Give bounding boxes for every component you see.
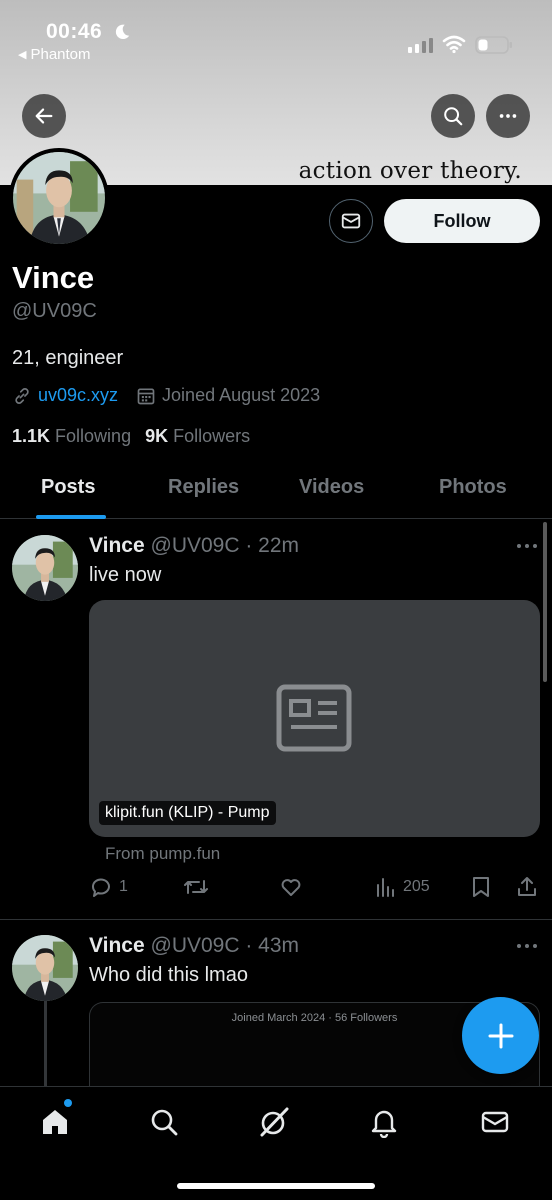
heart-icon: [281, 879, 301, 896]
post-more-icon[interactable]: [516, 542, 538, 550]
nav-home[interactable]: [37, 1104, 73, 1140]
calendar-icon-wrap: [136, 386, 156, 406]
post[interactable]: Vince @UV09C · 43m Who did this lmao Joi…: [0, 920, 552, 1122]
post-author-name[interactable]: Vince: [89, 934, 145, 957]
profile-meta: uv09c.xyz Joined August 2023: [12, 385, 320, 406]
home-indicator[interactable]: [177, 1183, 375, 1189]
share-icon: [518, 877, 536, 896]
post-handle-time: @UV09C · 22m: [150, 534, 300, 557]
more-button[interactable]: [486, 94, 530, 138]
message-button[interactable]: [329, 199, 373, 243]
link-card[interactable]: klipit.fun (KLIP) - Pump: [89, 600, 540, 837]
envelope-icon: [341, 213, 361, 229]
followers-label: Followers: [173, 426, 251, 446]
nav-notifications[interactable]: [366, 1104, 402, 1140]
view-count: 205: [403, 878, 430, 895]
status-bar: 00:46 ◀ Phantom: [0, 0, 552, 70]
post-author-name[interactable]: Vince: [89, 534, 145, 557]
bookmark-icon: [473, 877, 489, 897]
search-icon: [444, 107, 463, 126]
nav-search[interactable]: [146, 1104, 182, 1140]
profile-bio: 21, engineer: [12, 347, 124, 369]
status-time: 00:46: [46, 20, 103, 43]
bottom-navigation: [0, 1086, 552, 1200]
back-button[interactable]: [22, 94, 66, 138]
post-avatar[interactable]: [12, 535, 78, 601]
post-text: live now: [89, 564, 162, 586]
article-icon: [276, 684, 352, 752]
tab-posts[interactable]: Posts: [41, 476, 95, 499]
post-text: Who did this lmao: [89, 964, 248, 986]
nav-messages[interactable]: [477, 1104, 513, 1140]
post-header: Vince @UV09C · 22m: [89, 534, 299, 558]
card-source: From pump.fun: [105, 844, 221, 863]
followers-stat[interactable]: 9K Followers: [145, 426, 250, 447]
post-more-icon[interactable]: [516, 942, 538, 950]
compose-button[interactable]: [462, 997, 539, 1074]
post-header: Vince @UV09C · 43m: [89, 934, 299, 958]
tab-videos[interactable]: Videos: [299, 476, 364, 499]
avatar-image: [12, 535, 78, 601]
post-handle-time: @UV09C · 43m: [150, 934, 300, 957]
display-name: Vince: [12, 260, 95, 295]
active-tab-indicator: [36, 515, 106, 519]
following-count: 1.1K: [12, 426, 51, 446]
user-handle: @UV09C: [12, 300, 97, 322]
bookmark-button[interactable]: [470, 875, 492, 899]
repost-button[interactable]: [183, 875, 209, 899]
tab-photos[interactable]: Photos: [439, 476, 507, 499]
repost-icon: [184, 880, 208, 894]
envelope-icon: [481, 1111, 509, 1133]
bar-chart-icon: [377, 878, 394, 897]
home-icon: [43, 1110, 67, 1134]
avatar-image: [12, 935, 78, 1001]
back-to-app-link[interactable]: ◀ Phantom: [18, 46, 91, 63]
back-app-label: Phantom: [30, 46, 91, 63]
back-triangle-icon: ◀: [18, 49, 27, 61]
share-button[interactable]: [515, 875, 539, 899]
following-stat[interactable]: 1.1K Following: [12, 426, 131, 447]
thread-line: [44, 1000, 47, 1086]
plus-icon: [488, 1023, 513, 1048]
nav-grok[interactable]: [256, 1104, 292, 1140]
cellular-signal-icon: [408, 38, 433, 53]
battery-icon: [475, 36, 512, 54]
profile-tabs: Posts Replies Videos Photos: [0, 466, 552, 519]
calendar-icon: [137, 388, 155, 404]
following-label: Following: [55, 426, 132, 446]
joined-date: Joined August 2023: [162, 385, 321, 405]
grok-icon: [260, 1107, 289, 1137]
profile-avatar[interactable]: [9, 148, 109, 248]
post[interactable]: Vince @UV09C · 22m live now klipit.fun (…: [0, 520, 552, 920]
notification-dot: [64, 1099, 72, 1107]
like-button[interactable]: [279, 875, 303, 899]
moon-icon: [115, 24, 130, 40]
tab-replies[interactable]: Replies: [168, 476, 239, 499]
avatar-image: [13, 152, 105, 244]
website-link[interactable]: uv09c.xyz: [38, 385, 118, 406]
wifi-icon: [442, 35, 466, 54]
arrow-left-icon: [35, 108, 53, 124]
speech-bubble-icon: [91, 878, 110, 897]
post-avatar[interactable]: [12, 935, 78, 1001]
more-horizontal-icon: [499, 114, 517, 118]
search-icon: [151, 1109, 178, 1136]
post-actions: 1 205: [0, 875, 552, 905]
banner-motto: action over theory.: [298, 158, 522, 184]
follow-stats: 1.1K Following 9K Followers: [12, 426, 250, 447]
follow-button[interactable]: Follow: [384, 199, 540, 243]
reply-count: 1: [119, 878, 128, 895]
followers-count: 9K: [145, 426, 169, 446]
bell-icon: [371, 1110, 397, 1138]
card-title: klipit.fun (KLIP) - Pump: [99, 801, 276, 825]
reply-button[interactable]: 1: [89, 875, 128, 899]
search-button[interactable]: [431, 94, 475, 138]
link-icon: [15, 387, 29, 404]
views-button[interactable]: 205: [375, 875, 430, 899]
